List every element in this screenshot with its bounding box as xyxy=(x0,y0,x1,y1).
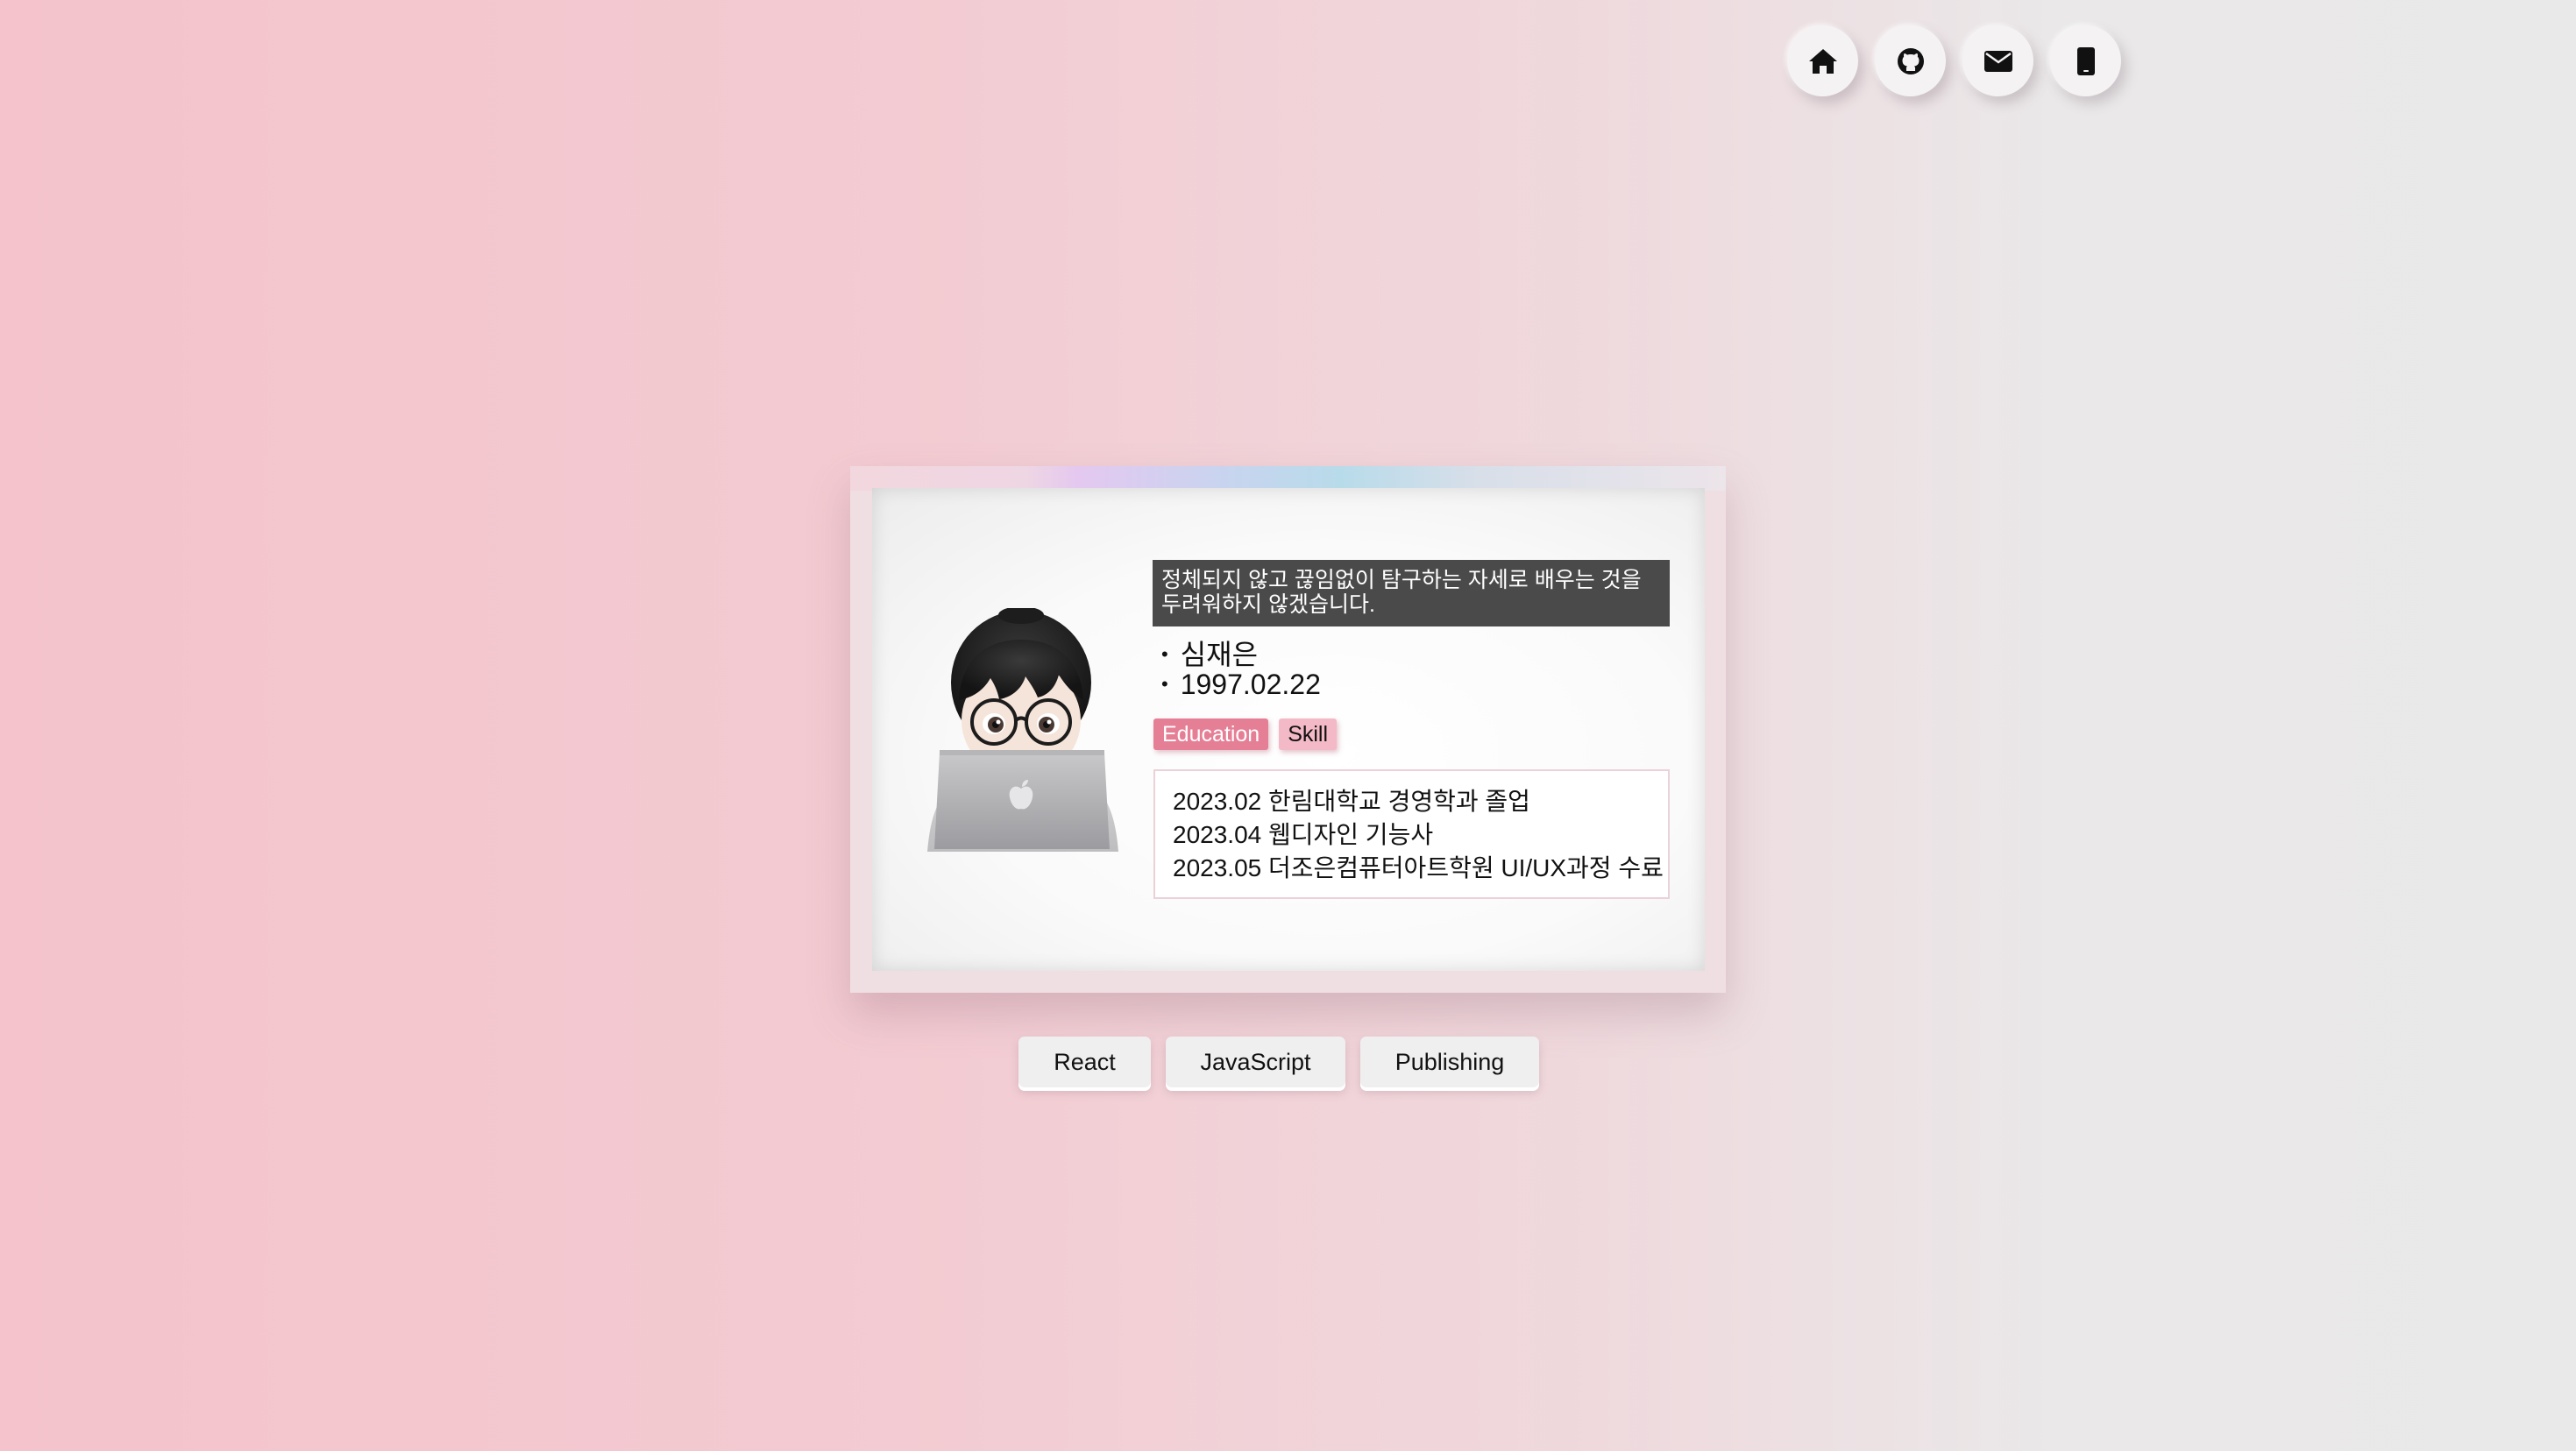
react-button[interactable]: React xyxy=(1018,1037,1151,1087)
top-nav xyxy=(1787,25,2121,96)
list-item: • 심재은 xyxy=(1161,640,1321,669)
home-button[interactable] xyxy=(1787,25,1858,96)
education-panel: 2023.02 한림대학교 경영학과 졸업 2023.04 웹디자인 기능사 2… xyxy=(1153,769,1670,899)
github-icon xyxy=(1897,47,1925,75)
avatar xyxy=(924,606,1122,853)
list-item: • 1997.02.22 xyxy=(1161,669,1321,699)
javascript-button[interactable]: JavaScript xyxy=(1166,1037,1345,1087)
profile-name: 심재은 xyxy=(1180,639,1259,670)
bullet-icon: • xyxy=(1161,643,1168,665)
tab-skill[interactable]: Skill xyxy=(1279,718,1338,750)
bullet-icon: • xyxy=(1161,673,1168,695)
profile-info-list: • 심재은 • 1997.02.22 xyxy=(1161,640,1321,699)
profile-tabs: Education Skill xyxy=(1153,718,1338,750)
phone-icon xyxy=(2076,46,2096,76)
project-buttons: React JavaScript Publishing xyxy=(1018,1037,1539,1087)
education-item: 2023.02 한림대학교 경영학과 졸업 xyxy=(1173,788,1530,815)
motto-banner: 정체되지 않고 끊임없이 탐구하는 자세로 배우는 것을 두려워하지 않겠습니다… xyxy=(1153,560,1670,626)
github-button[interactable] xyxy=(1875,25,1946,96)
mail-icon xyxy=(1983,50,2013,73)
phone-button[interactable] xyxy=(2050,25,2121,96)
education-item: 2023.05 더조은컴퓨터아트학원 UI/UX과정 수료 xyxy=(1173,854,1664,881)
tab-education[interactable]: Education xyxy=(1153,718,1269,750)
education-item: 2023.04 웹디자인 기능사 xyxy=(1173,821,1434,848)
home-icon xyxy=(1807,47,1839,75)
mail-button[interactable] xyxy=(1962,25,2033,96)
profile-birth: 1997.02.22 xyxy=(1180,669,1321,700)
card-gradient-bar xyxy=(850,466,1726,491)
publishing-button[interactable]: Publishing xyxy=(1360,1037,1539,1087)
